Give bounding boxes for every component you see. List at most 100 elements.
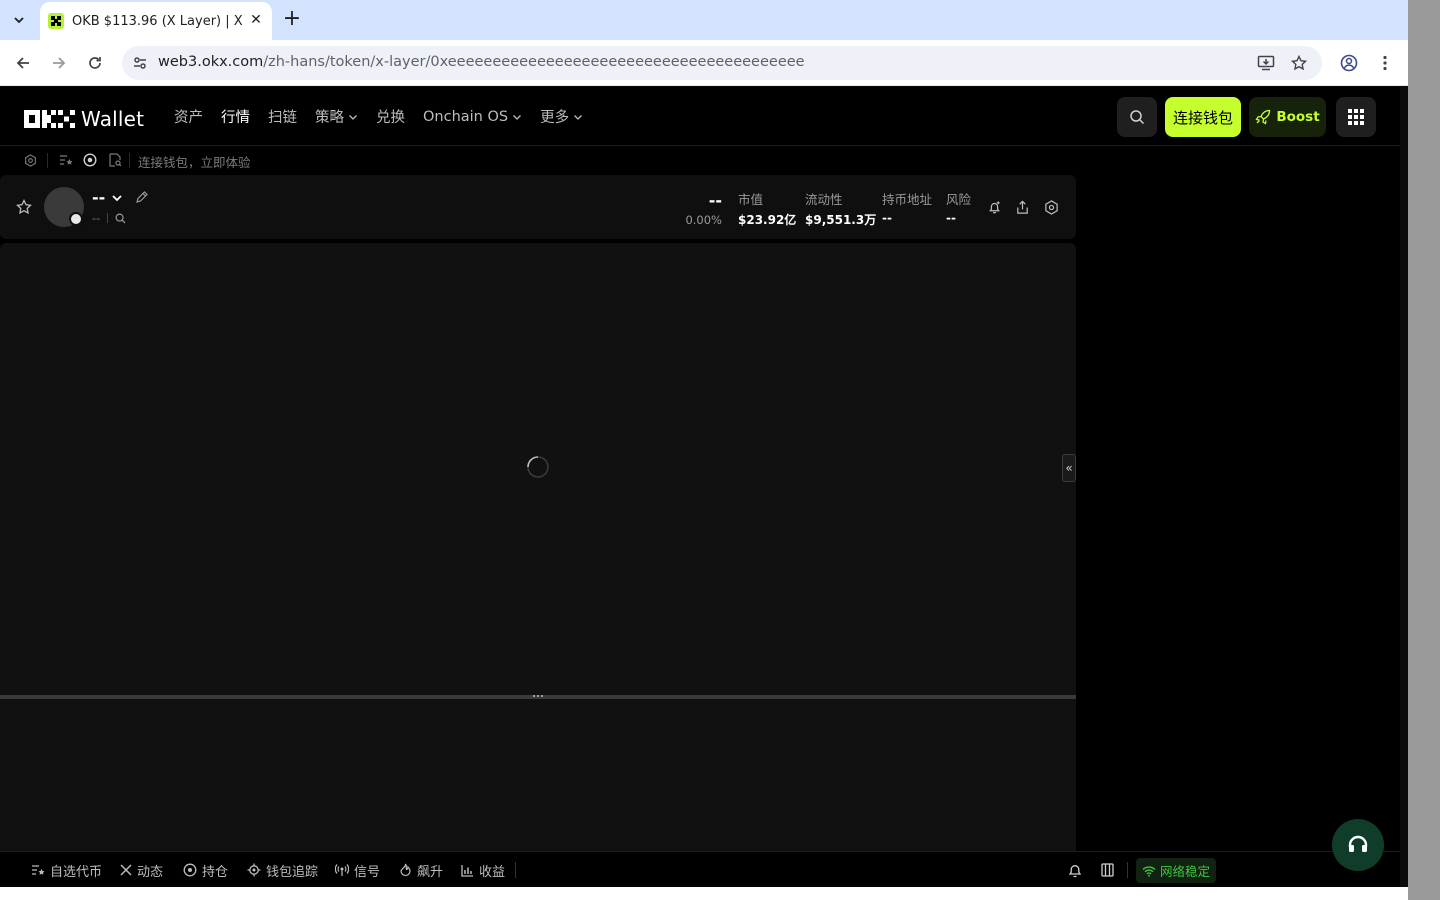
target-icon — [83, 153, 97, 167]
browser-menu-button[interactable] — [1373, 51, 1397, 75]
okx-wallet-logo[interactable]: Wallet — [24, 107, 144, 131]
layout-panel-icon — [1100, 863, 1114, 877]
x-icon — [120, 864, 132, 876]
footer-feed[interactable]: 动态 — [120, 860, 163, 880]
chevron-down-icon — [574, 114, 583, 120]
arrow-left-icon — [16, 57, 29, 69]
boost-button[interactable]: Boost — [1249, 97, 1326, 137]
chain-badge — [69, 212, 83, 226]
token-address: -- — [92, 211, 101, 225]
watchlist-icon — [60, 154, 73, 165]
token-selector[interactable]: -- — [92, 188, 123, 207]
chevron-down-icon — [349, 114, 357, 120]
reload-button[interactable] — [83, 51, 107, 75]
nav-strategy-label: 策略 — [315, 110, 344, 126]
search-icon[interactable] — [115, 213, 126, 224]
footer-trending[interactable]: 飙升 — [399, 860, 443, 880]
footer-trending-label: 飙升 — [417, 864, 444, 880]
transactions-panel — [0, 699, 1076, 851]
apps-menu-button[interactable] — [1336, 97, 1376, 137]
more-vertical-icon — [1383, 55, 1387, 71]
forward-button[interactable] — [47, 51, 71, 75]
collapse-sidebar-button[interactable]: « — [1062, 454, 1076, 482]
okx-logo-icon — [24, 110, 75, 128]
desktop-background — [1408, 0, 1440, 900]
nav-onchain-os[interactable]: Onchain OS — [423, 109, 522, 125]
back-button[interactable] — [11, 51, 35, 75]
stat-value: $9,551.3万 — [805, 213, 877, 227]
customer-support-button[interactable] — [1332, 819, 1384, 871]
connect-wallet-prompt[interactable]: 连接钱包，立即体验 — [138, 152, 251, 171]
footer-wallet-tracker[interactable]: 钱包追踪 — [247, 860, 318, 880]
network-status-badge: 网络稳定 — [1136, 858, 1216, 883]
nav-swap[interactable]: 兑换 — [376, 106, 405, 127]
nav-scan-label: 扫链 — [268, 110, 297, 126]
price-alert-button[interactable] — [986, 199, 1002, 215]
boost-label: Boost — [1276, 109, 1320, 125]
browser-toolbar: web3.okx.com/zh-hans/token/x-layer/0xeee… — [0, 40, 1408, 86]
tab-search-button[interactable] — [6, 7, 32, 33]
chart-bar-icon — [461, 864, 473, 877]
browser-tabbar: OKB $113.96 (X Layer) | X ✕ + — [0, 0, 1408, 40]
stat-value: $23.92亿 — [738, 213, 797, 227]
headset-icon — [1348, 835, 1368, 852]
footer-earnings[interactable]: 收益 — [461, 860, 505, 880]
loading-spinner-icon — [527, 456, 549, 478]
token-settings-button[interactable] — [1043, 199, 1059, 215]
new-tab-button[interactable]: + — [280, 8, 304, 32]
trade-side-panel — [1076, 175, 1400, 851]
page-scrollbar[interactable] — [1400, 87, 1408, 887]
bookmark-button[interactable] — [1289, 53, 1309, 73]
nav-scan[interactable]: 扫链 — [268, 106, 297, 127]
main-nav: 资产 行情 扫链 策略 兑换 Onchain OS 更多 — [174, 87, 601, 146]
stat-label: 风险 — [946, 192, 972, 207]
profile-button[interactable] — [1337, 51, 1361, 75]
window-bottom-edge — [0, 887, 1408, 900]
divider — [515, 862, 516, 878]
site-settings-icon — [134, 57, 146, 69]
connect-wallet-button[interactable]: 连接钱包 — [1165, 97, 1241, 137]
install-app-button[interactable] — [1256, 53, 1276, 73]
tab-title: OKB $113.96 (X Layer) | X — [72, 13, 243, 29]
share-button[interactable] — [1014, 199, 1030, 215]
logo-wallet-text: Wallet — [81, 107, 145, 131]
wallet-monitor-toggle[interactable] — [108, 153, 122, 167]
search-button[interactable] — [1117, 97, 1157, 137]
favorite-star-icon[interactable] — [16, 199, 32, 215]
okx-favicon-icon — [48, 13, 64, 29]
site-header: Wallet 资产 行情 扫链 策略 兑换 Onchain OS 更多 连接钱包… — [0, 87, 1400, 146]
holdings-toggle[interactable] — [83, 153, 97, 167]
footer-watchlist-label: 自选代币 — [50, 864, 103, 880]
stat-risk: 风险 -- — [946, 189, 971, 225]
stat-value: -- — [882, 211, 892, 225]
reload-icon — [89, 57, 101, 69]
browser-tab-active[interactable]: OKB $113.96 (X Layer) | X ✕ — [40, 2, 272, 40]
nav-more-label: 更多 — [540, 110, 570, 126]
footer-holdings[interactable]: 持仓 — [183, 860, 228, 880]
site-info-button[interactable] — [130, 53, 150, 73]
sub-toolbar: 连接钱包，立即体验 — [0, 147, 1400, 174]
footer-signal[interactable]: 信号 — [335, 860, 380, 880]
wifi-icon — [1142, 865, 1156, 877]
watchlist-toggle[interactable] — [59, 153, 73, 167]
stat-liquidity: 流动性 $9,551.3万 — [805, 189, 876, 228]
fire-icon — [400, 863, 411, 877]
address-bar[interactable]: web3.okx.com/zh-hans/token/x-layer/0xeee… — [122, 46, 1322, 80]
layout-toggle-button[interactable] — [1098, 861, 1116, 879]
nav-market[interactable]: 行情 — [221, 106, 250, 127]
notifications-button[interactable] — [1066, 861, 1084, 879]
close-tab-icon[interactable]: ✕ — [248, 12, 264, 28]
grid-icon — [1348, 109, 1364, 125]
nav-assets[interactable]: 资产 — [174, 106, 203, 127]
divider — [107, 213, 109, 223]
chevron-down-icon — [112, 194, 122, 201]
holdings-icon — [183, 863, 197, 877]
nav-strategy[interactable]: 策略 — [315, 106, 358, 127]
signal-icon — [335, 864, 349, 876]
token-symbol: -- — [92, 188, 106, 207]
edit-icon[interactable] — [135, 190, 149, 204]
settings-hex-button[interactable] — [23, 153, 37, 167]
profile-icon — [1340, 54, 1358, 72]
nav-more[interactable]: 更多 — [540, 106, 583, 127]
footer-watchlist[interactable]: 自选代币 — [31, 860, 102, 880]
